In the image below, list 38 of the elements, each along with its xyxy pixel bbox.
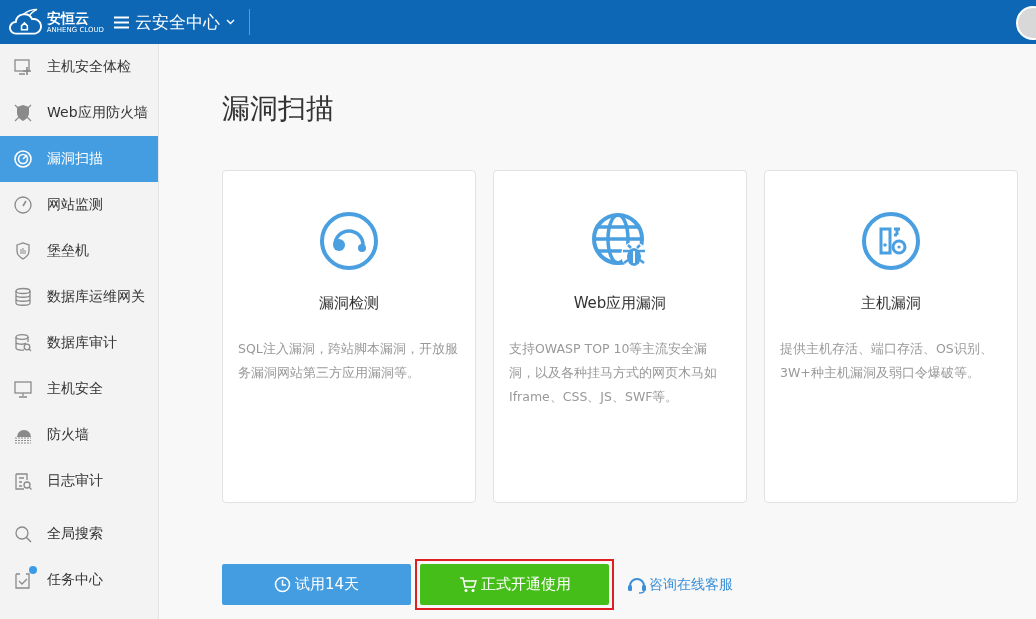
sidebar-item[interactable]: 堡垒机 [0, 228, 158, 274]
menu-icon [114, 15, 129, 29]
feature-icon [861, 211, 921, 271]
sidebar-item[interactable]: 任务中心 [0, 557, 158, 603]
card-title: Web应用漏洞 [573, 294, 667, 313]
card-title: 主机漏洞 [861, 294, 921, 313]
sidebar-item[interactable]: 主机安全体检 [0, 44, 158, 90]
sidebar-item[interactable]: 数据库运维网关 [0, 274, 158, 320]
logo-name: 安恒云 [46, 10, 90, 26]
page-title: 漏洞扫描 [222, 92, 334, 126]
sidebar-item[interactable]: 全局搜索 [0, 511, 158, 557]
menu-item-icon [13, 103, 33, 123]
feature-icon [319, 211, 379, 271]
sidebar-item[interactable]: 网站监测 [0, 182, 158, 228]
sidebar-item[interactable]: 日志审计 [0, 458, 158, 504]
sidebar-item[interactable]: Web应用防火墙 [0, 90, 158, 136]
menu-item-icon [13, 287, 33, 307]
menu-item-icon [13, 57, 33, 77]
menu-item-icon [13, 149, 33, 169]
menu-item-icon [13, 195, 33, 215]
cloud-logo-icon [8, 8, 43, 36]
sidebar-item[interactable]: 数据库审计 [0, 320, 158, 366]
card-title: 漏洞检测 [319, 294, 379, 313]
headset-icon [627, 575, 647, 594]
menu-item-icon [13, 524, 33, 544]
sidebar-item[interactable]: 主机安全 [0, 366, 158, 412]
card-description: 提供主机存活、端口存活、OS识别、3W+种主机漏洞及弱口令爆破等。 [779, 340, 994, 382]
menu-item-icon [13, 333, 33, 353]
product-menu-button[interactable]: 云安全中心 [114, 10, 235, 34]
card-description: SQL注入漏洞，跨站脚本漏洞，开放服务漏洞网站第三方应用漏洞等。 [237, 340, 459, 382]
menu-item-icon [13, 471, 33, 491]
menu-item-icon [13, 379, 33, 399]
sidebar-item[interactable]: 防火墙 [0, 412, 158, 458]
menu-item-icon [13, 241, 33, 261]
cart-icon [458, 576, 477, 593]
caret-icon [226, 19, 235, 25]
clock-icon [273, 576, 291, 593]
card-description: 支持OWASP TOP 10等主流安全漏洞，以及各种挂马方式的网页木马如Iframe、CSS、JS、SWF等。 [508, 340, 718, 406]
